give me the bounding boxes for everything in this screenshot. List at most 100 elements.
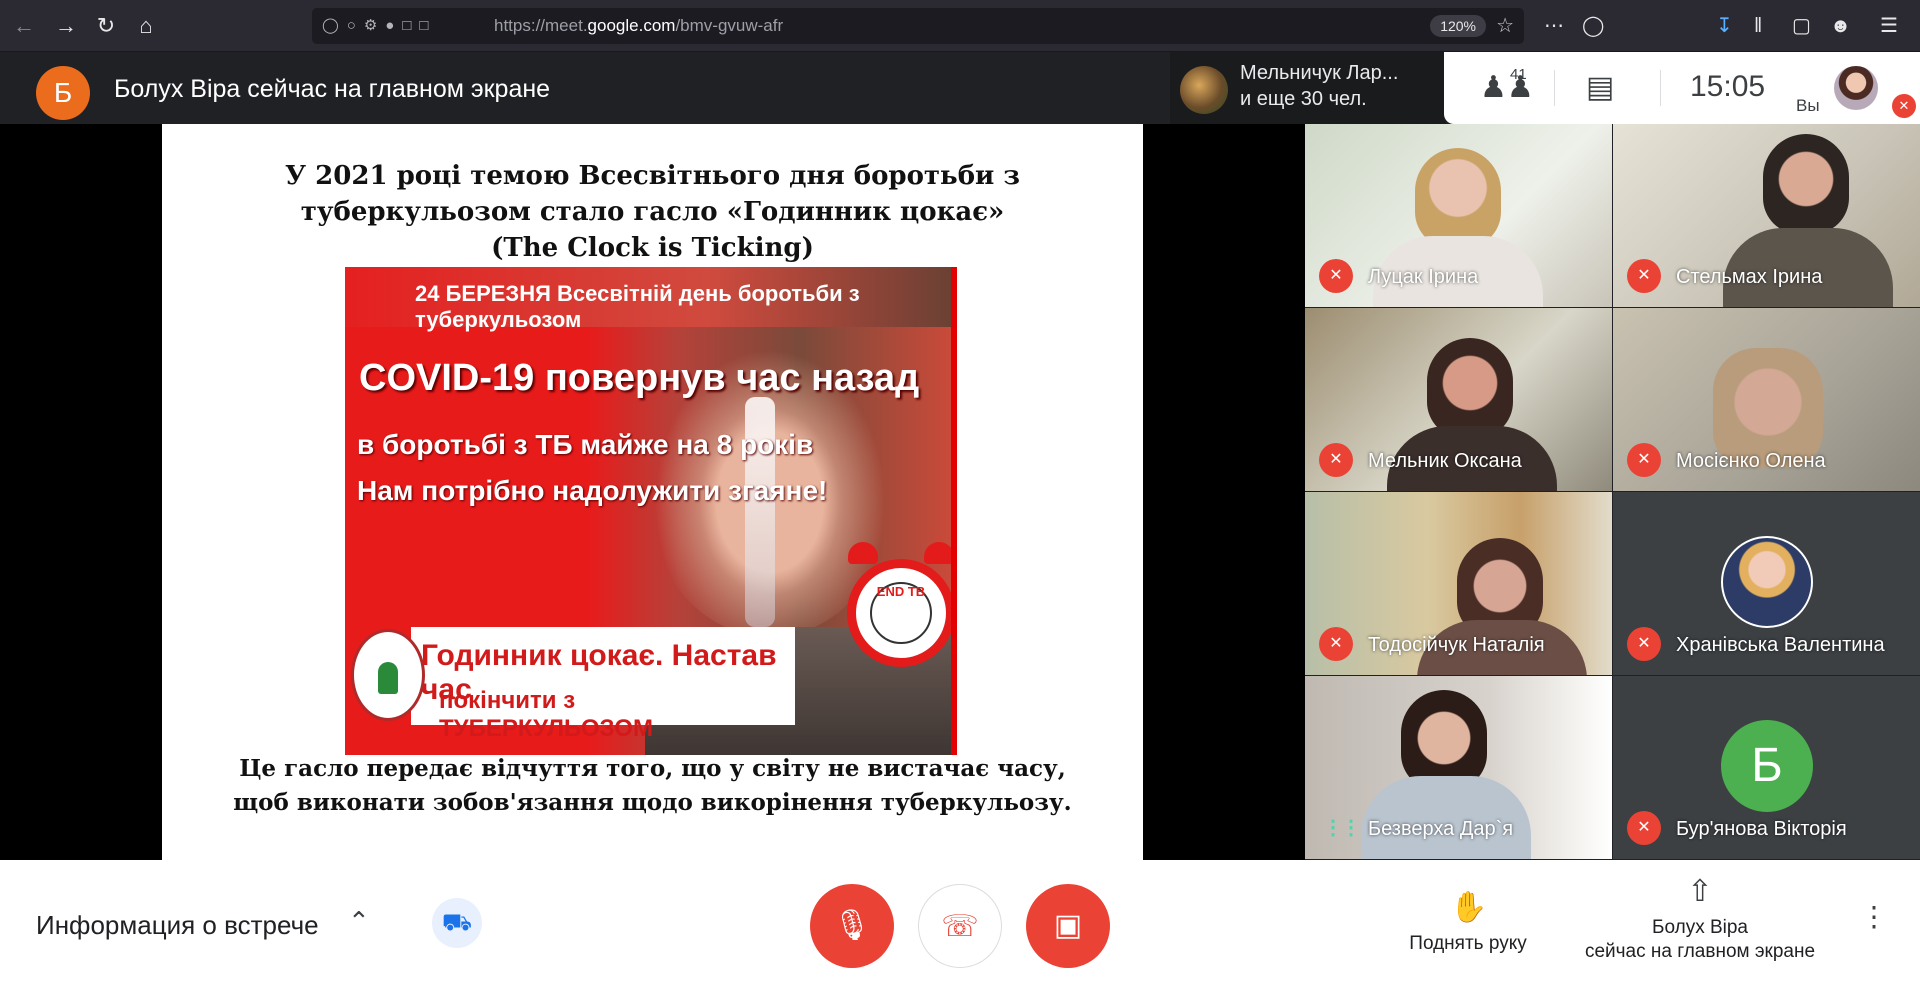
- home-icon[interactable]: ⌂: [130, 10, 162, 42]
- presentation-slide: У 2021 році темою Всесвітнього дня борот…: [162, 124, 1143, 860]
- other-participants-summary[interactable]: Мельничук Лар... и еще 30 чел.: [1170, 52, 1446, 124]
- tb-day-poster: 24 БЕРЕЗНЯ Всесвітній день боротьби з ту…: [345, 267, 957, 755]
- poster-subline: в боротьбі з ТБ майже на 8 років: [357, 429, 814, 460]
- alarm-bell-left: [848, 542, 878, 564]
- mic-off-icon: ✕: [1627, 443, 1661, 477]
- poster-banner: Годинник цокає. Настав час покінчити з Т…: [411, 627, 795, 742]
- meeting-bottom-bar: Информация о встрече ⌃ ⛟ 🎙 ☏ ▣ ✋ Поднять…: [0, 860, 1920, 987]
- poster-headline: COVID-19 повернув час назад: [359, 357, 920, 399]
- url-text[interactable]: https://meet.google.com/bmv-gvuw-afr: [494, 8, 783, 44]
- participant-tile[interactable]: ✕ Хранівська Валентина: [1613, 492, 1920, 675]
- alarm-bell-right: [924, 542, 951, 564]
- meeting-controls-tab: ♟♟ 41 ▤ 15:05 Вы ✕: [1444, 52, 1920, 124]
- poster-date-line: 24 БЕРЕЗНЯ Всесвітній день боротьби з ту…: [415, 281, 860, 332]
- pocket-icon[interactable]: ◯: [1582, 10, 1604, 42]
- slide-heading-line: (The Clock is Ticking): [491, 233, 814, 263]
- library-icon[interactable]: ‖: [1754, 10, 1762, 42]
- camera-toggle-button[interactable]: ▣: [1026, 884, 1110, 968]
- participant-avatar: [1721, 536, 1813, 628]
- alarm-clock-text: END TB: [876, 584, 926, 599]
- self-label: Вы: [1796, 96, 1820, 115]
- browser-toolbar: ← → ↻ ⌂ ◯○⚙●□□ https://meet.google.com/b…: [0, 0, 1920, 52]
- zoom-level-badge[interactable]: 120%: [1430, 15, 1486, 37]
- participant-tile[interactable]: ✕ Мосієнко Олена: [1613, 308, 1920, 491]
- poster-banner-line: покінчити з ТУБЕРКУЛЬОЗОМ: [439, 687, 653, 742]
- more-actions-icon[interactable]: ⋯: [1544, 10, 1564, 42]
- participant-video-face: [1427, 338, 1513, 438]
- participant-name: Тодосійчук Наталія: [1368, 634, 1545, 656]
- presenting-status: сейчас на главном экране: [1584, 941, 1816, 962]
- participant-name: Мосієнко Олена: [1676, 450, 1826, 472]
- divider: [1660, 70, 1661, 106]
- slide-heading-line: туберкульозом стало гасло «Годинник цока…: [300, 197, 1005, 227]
- participant-avatar: Б: [1721, 720, 1813, 812]
- meeting-info-button[interactable]: Информация о встрече: [36, 910, 319, 941]
- participant-name: Безверха Дар`я: [1368, 818, 1514, 840]
- back-icon[interactable]: ←: [8, 10, 40, 42]
- slide-footer-line: щоб виконати зобов'язання щодо викорінен…: [233, 789, 1072, 816]
- participant-tile[interactable]: Б ✕ Бур'янова Вікторія: [1613, 676, 1920, 859]
- participant-grid: ✕ Луцак Ірина ✕ Стельмах Ірина ✕ Мельник…: [1305, 124, 1920, 860]
- host-controls-shield-icon[interactable]: ⛟: [432, 898, 482, 948]
- divider: [1554, 70, 1555, 106]
- presenter-title: Болух Віра сейчас на главном экране: [114, 75, 551, 103]
- site-permission-icons[interactable]: ◯○⚙●□□: [322, 8, 436, 44]
- reload-icon[interactable]: ↻: [90, 10, 122, 42]
- participant-video-face: [1763, 134, 1849, 234]
- mic-toggle-button[interactable]: 🎙: [810, 884, 894, 968]
- alarm-clock-icon: END TB: [847, 542, 951, 667]
- participant-name: Стельмах Ірина: [1676, 266, 1823, 288]
- people-count: 41: [1510, 66, 1527, 83]
- self-mic-off-icon: ✕: [1892, 94, 1916, 118]
- slide-heading-line: У 2021 році темою Всесвітнього дня борот…: [285, 161, 1020, 191]
- chevron-up-icon[interactable]: ⌃: [348, 906, 370, 937]
- chat-icon[interactable]: ▤: [1586, 70, 1614, 106]
- participant-tile[interactable]: ✕ Мельник Оксана: [1305, 308, 1612, 491]
- mic-off-icon: ✕: [1319, 627, 1353, 661]
- participant-name: Луцак Ірина: [1368, 266, 1479, 288]
- poster-subline: Нам потрібно надолужити згаяне!: [357, 475, 828, 506]
- participant-tile[interactable]: ⋮⋮ Безверха Дар`я: [1305, 676, 1612, 859]
- meeting-clock: 15:05: [1690, 70, 1766, 103]
- slide-footer: Це гасло передає відчуття того, що у сві…: [162, 752, 1143, 820]
- tb-center-logo: [351, 629, 425, 721]
- participant-video-face: [1415, 148, 1501, 248]
- menu-icon[interactable]: ☰: [1880, 10, 1898, 42]
- presenting-now-button[interactable]: Болух Віра сейчас на главном экране: [1560, 916, 1840, 964]
- raise-hand-button[interactable]: Поднять руку: [1382, 932, 1554, 956]
- participant-tile[interactable]: ✕ Стельмах Ірина: [1613, 124, 1920, 307]
- presenter-avatar: Б: [36, 66, 90, 120]
- forward-icon[interactable]: →: [50, 10, 82, 42]
- participant-video-face: [1401, 690, 1487, 790]
- slide-heading: У 2021 році темою Всесвітнього дня борот…: [162, 158, 1143, 266]
- speaking-indicator-icon: ⋮⋮: [1323, 817, 1361, 839]
- mic-off-icon: ✕: [1627, 627, 1661, 661]
- mic-off-icon: ✕: [1627, 259, 1661, 293]
- account-icon[interactable]: ☻: [1830, 10, 1851, 42]
- leave-call-button[interactable]: ☏: [918, 884, 1002, 968]
- present-screen-icon[interactable]: ⇧: [1682, 874, 1718, 909]
- main-stage: У 2021 році темою Всесвітнього дня борот…: [0, 124, 1305, 860]
- mic-off-icon: ✕: [1627, 811, 1661, 845]
- participant-tile[interactable]: ✕ Тодосійчук Наталія: [1305, 492, 1612, 675]
- bookmark-star-icon[interactable]: ☆: [1496, 8, 1514, 44]
- slide-footer-line: Це гасло передає відчуття того, що у сві…: [239, 755, 1066, 782]
- others-count: и еще 30 чел.: [1240, 88, 1367, 110]
- participant-thumbnail: [1180, 66, 1228, 114]
- mic-off-icon: ✕: [1319, 443, 1353, 477]
- raise-hand-icon[interactable]: ✋: [1450, 890, 1487, 925]
- self-avatar[interactable]: [1834, 66, 1878, 110]
- participant-name: Хранівська Валентина: [1676, 634, 1885, 656]
- downloads-icon[interactable]: ↧: [1716, 10, 1733, 42]
- meet-header: Б Болух Віра сейчас на главном экране Ме…: [0, 52, 1920, 124]
- logo-tree-icon: [378, 662, 398, 694]
- participant-tile[interactable]: ✕ Луцак Ірина: [1305, 124, 1612, 307]
- more-options-icon[interactable]: ⋮: [1860, 903, 1888, 931]
- others-first-name: Мельничук Лар...: [1240, 62, 1399, 84]
- address-bar[interactable]: ◯○⚙●□□ https://meet.google.com/bmv-gvuw-…: [312, 8, 1524, 44]
- presenting-name: Болух Віра: [1651, 917, 1748, 938]
- participant-name: Мельник Оксана: [1368, 450, 1522, 472]
- sidebar-icon[interactable]: ▢: [1792, 10, 1811, 42]
- mic-off-icon: ✕: [1319, 259, 1353, 293]
- participant-name: Бур'янова Вікторія: [1676, 818, 1847, 840]
